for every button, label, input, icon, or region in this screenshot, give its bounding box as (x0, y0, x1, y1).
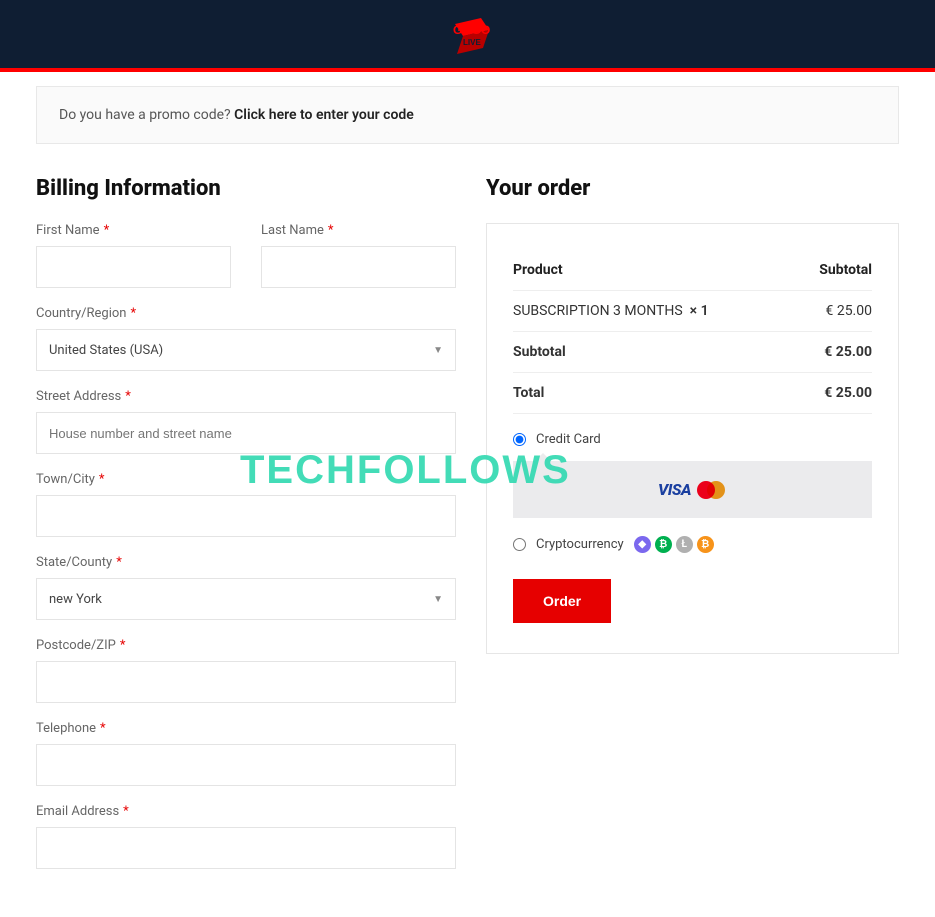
order-header-row: Product Subtotal (513, 250, 872, 291)
item-name: SUBSCRIPTION 3 MONTHS × 1 (513, 303, 709, 319)
logo-text-bottom: LIVE (463, 38, 481, 47)
crypto-radio[interactable] (513, 538, 526, 551)
chevron-down-icon: ▼ (433, 345, 443, 356)
country-select[interactable]: United States (USA) ▼ (36, 329, 456, 371)
email-input[interactable] (36, 827, 456, 869)
promo-banner: Do you have a promo code? Click here to … (36, 86, 899, 144)
email-label: Email Address* (36, 804, 456, 819)
billing-column: Billing Information First Name* Last Nam… (36, 176, 456, 887)
state-select[interactable]: new York ▼ (36, 578, 456, 620)
order-button[interactable]: Order (513, 579, 611, 623)
order-total-row: Total € 25.00 (513, 373, 872, 414)
litecoin-icon: Ł (676, 536, 693, 553)
total-value: € 25.00 (824, 385, 872, 401)
visa-icon: VISA (658, 480, 691, 499)
first-name-label: First Name* (36, 223, 231, 238)
bitcoin-icon: ₿ (697, 536, 714, 553)
city-label: Town/City* (36, 472, 456, 487)
subtotal-value: € 25.00 (824, 344, 872, 360)
country-value: United States (USA) (49, 343, 163, 358)
zip-input[interactable] (36, 661, 456, 703)
promo-link[interactable]: Click here to enter your code (234, 107, 414, 123)
ethereum-icon: ◆ (634, 536, 651, 553)
order-box: Product Subtotal SUBSCRIPTION 3 MONTHS ×… (486, 223, 899, 654)
bitcoin-green-icon: ₿ (655, 536, 672, 553)
order-heading: Your order (486, 176, 899, 201)
city-input[interactable] (36, 495, 456, 537)
crypto-label: Cryptocurrency (536, 537, 624, 552)
order-subtotal-row: Subtotal € 25.00 (513, 332, 872, 373)
country-label: Country/Region* (36, 306, 456, 321)
phone-label: Telephone* (36, 721, 456, 736)
credit-card-panel: VISA (513, 461, 872, 518)
logo-text-top: GOGO (453, 23, 490, 37)
subtotal-label: Subtotal (513, 344, 566, 360)
mastercard-icon (697, 480, 727, 500)
street-label: Street Address* (36, 389, 456, 404)
col-subtotal: Subtotal (819, 262, 872, 278)
item-price: € 25.00 (825, 303, 872, 319)
phone-input[interactable] (36, 744, 456, 786)
payment-crypto[interactable]: Cryptocurrency ◆ ₿ Ł ₿ (513, 536, 872, 553)
zip-label: Postcode/ZIP* (36, 638, 456, 653)
last-name-input[interactable] (261, 246, 456, 288)
credit-card-label: Credit Card (536, 432, 601, 447)
order-column: Your order Product Subtotal SUBSCRIPTION… (486, 176, 899, 887)
street-input[interactable] (36, 412, 456, 454)
state-label: State/County* (36, 555, 456, 570)
col-product: Product (513, 262, 563, 278)
site-header: GOGO LIVE (0, 0, 935, 72)
first-name-input[interactable] (36, 246, 231, 288)
billing-heading: Billing Information (36, 176, 456, 201)
promo-prefix: Do you have a promo code? (59, 107, 234, 123)
order-item-row: SUBSCRIPTION 3 MONTHS × 1 € 25.00 (513, 291, 872, 332)
total-label: Total (513, 385, 544, 401)
credit-card-radio[interactable] (513, 433, 526, 446)
crypto-icons: ◆ ₿ Ł ₿ (634, 536, 714, 553)
state-value: new York (49, 592, 102, 607)
site-logo: GOGO LIVE (433, 10, 503, 58)
last-name-label: Last Name* (261, 223, 456, 238)
payment-credit-card[interactable]: Credit Card (513, 432, 872, 447)
chevron-down-icon: ▼ (433, 594, 443, 605)
